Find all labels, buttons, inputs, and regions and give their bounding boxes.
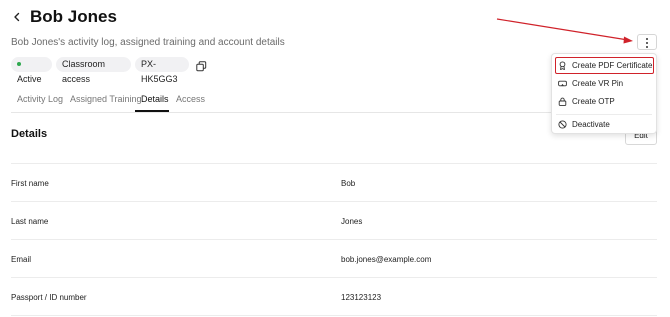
menu-item-label: Create OTP <box>572 97 615 106</box>
passport-label: Passport / ID number <box>11 293 87 302</box>
back-button[interactable] <box>10 10 24 24</box>
email-label: Email <box>11 255 32 264</box>
access-badge: Classroom access <box>56 57 131 84</box>
user-id-badge: PX-HK5GG3 <box>135 57 189 84</box>
vr-headset-icon <box>558 80 567 87</box>
row-divider <box>11 277 657 278</box>
row-divider <box>11 315 657 316</box>
menu-item-label: Create VR Pin <box>572 79 624 88</box>
menu-item-label: Deactivate <box>572 120 610 129</box>
tab-access[interactable]: Access <box>176 94 205 104</box>
highlight-box <box>555 57 654 74</box>
first-name-value: Bob <box>341 179 356 188</box>
tab-assigned-training[interactable]: Assigned Training <box>70 94 142 104</box>
more-actions-button[interactable] <box>637 34 657 50</box>
menu-item-create-vr-pin[interactable]: Create VR Pin <box>552 75 656 92</box>
row-divider <box>11 163 657 164</box>
access-label: Classroom access <box>62 59 106 84</box>
more-actions-menu: Create PDF Certificate Create VR Pin Cre… <box>551 53 657 134</box>
copy-id-button[interactable] <box>196 59 207 72</box>
copy-icon <box>196 61 207 72</box>
passport-value: 123123123 <box>341 293 382 302</box>
row-divider <box>11 201 657 202</box>
menu-item-create-otp[interactable]: Create OTP <box>552 93 656 110</box>
last-name-value: Jones <box>341 217 363 226</box>
email-value: bob.jones@example.com <box>341 255 432 264</box>
menu-divider <box>556 114 652 115</box>
tab-activity-log[interactable]: Activity Log <box>17 94 63 104</box>
first-name-label: First name <box>11 179 49 188</box>
status-label: Active <box>17 74 42 84</box>
status-badge: Active <box>11 57 52 84</box>
block-icon <box>558 120 567 129</box>
chevron-left-icon <box>14 12 20 22</box>
tab-details[interactable]: Details <box>141 94 169 104</box>
page-subtitle: Bob Jones's activity log, assigned train… <box>11 37 285 48</box>
user-id-label: PX-HK5GG3 <box>141 59 178 84</box>
section-title: Details <box>11 128 48 140</box>
status-dot <box>17 61 21 66</box>
lock-icon <box>558 97 567 106</box>
row-divider <box>11 239 657 240</box>
page-title: Bob Jones <box>30 7 117 26</box>
menu-item-deactivate[interactable]: Deactivate <box>552 116 656 133</box>
last-name-label: Last name <box>11 217 49 226</box>
